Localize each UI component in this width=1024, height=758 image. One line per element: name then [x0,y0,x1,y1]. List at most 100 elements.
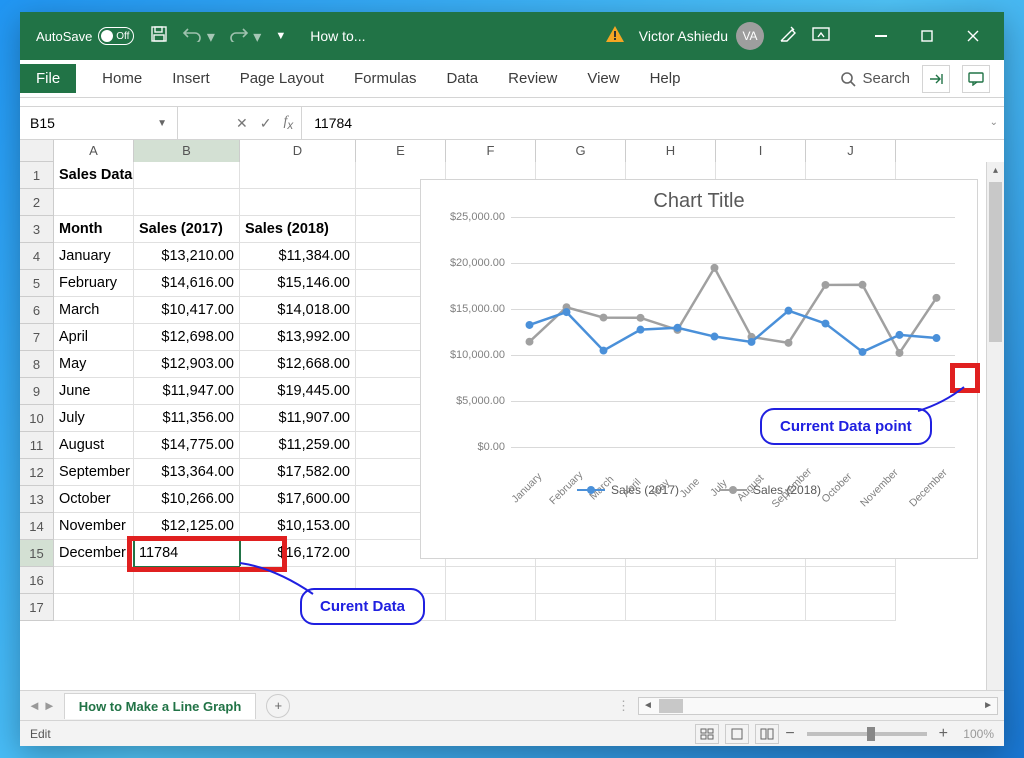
row-header-10[interactable]: 10 [20,405,54,432]
cell-D2[interactable] [240,189,356,216]
customize-qat-icon[interactable]: ▼ [275,30,286,42]
chevron-down-icon[interactable]: ▼ [157,118,167,129]
row-header-5[interactable]: 5 [20,270,54,297]
hscroll-thumb[interactable] [659,699,683,713]
cell-A4[interactable]: January [54,243,134,270]
cell-A15[interactable]: December [54,540,134,567]
sheet-next-icon[interactable]: ► [43,698,56,713]
expand-formula-icon[interactable]: ⌄ [990,117,998,128]
row-header-9[interactable]: 9 [20,378,54,405]
cell-B11[interactable]: $14,775.00 [134,432,240,459]
cell-D7[interactable]: $13,992.00 [240,324,356,351]
cell-I17[interactable] [716,594,806,621]
cell-B7[interactable]: $12,698.00 [134,324,240,351]
cell-A16[interactable] [54,567,134,594]
row-header-4[interactable]: 4 [20,243,54,270]
row-header-6[interactable]: 6 [20,297,54,324]
row-header-12[interactable]: 12 [20,459,54,486]
cell-A10[interactable]: July [54,405,134,432]
row-header-17[interactable]: 17 [20,594,54,621]
cell-A6[interactable]: March [54,297,134,324]
cell-F17[interactable] [446,594,536,621]
col-header-H[interactable]: H [626,140,716,162]
col-header-G[interactable]: G [536,140,626,162]
cell-B3[interactable]: Sales (2017) [134,216,240,243]
col-header-F[interactable]: F [446,140,536,162]
search-box[interactable]: Search [840,70,910,87]
vertical-scrollbar[interactable]: ▴ [986,162,1004,690]
cell-B12[interactable]: $13,364.00 [134,459,240,486]
cell-D12[interactable]: $17,582.00 [240,459,356,486]
col-header-I[interactable]: I [716,140,806,162]
row-header-14[interactable]: 14 [20,513,54,540]
row-header-13[interactable]: 13 [20,486,54,513]
cancel-icon[interactable]: ✕ [236,115,248,132]
fx-icon[interactable]: fx [283,114,293,132]
normal-view-button[interactable] [695,724,719,744]
cell-I16[interactable] [716,567,806,594]
cell-D5[interactable]: $15,146.00 [240,270,356,297]
cell-A1[interactable]: Sales Data by Date [54,162,134,189]
tab-file[interactable]: File [20,64,76,93]
cell-D8[interactable]: $12,668.00 [240,351,356,378]
cell-G16[interactable] [536,567,626,594]
undo-icon[interactable]: ▾ [182,26,214,47]
page-break-view-button[interactable] [755,724,779,744]
cell-H17[interactable] [626,594,716,621]
cell-A2[interactable] [54,189,134,216]
tab-formulas[interactable]: Formulas [350,68,421,89]
comments-button[interactable] [962,65,990,93]
col-header-E[interactable]: E [356,140,446,162]
zoom-out-button[interactable]: − [785,725,794,743]
col-header-A[interactable]: A [54,140,134,162]
enter-icon[interactable]: ✓ [260,115,272,132]
embedded-chart[interactable]: Chart Title $0.00$5,000.00$10,000.00$15,… [420,179,978,559]
cell-A13[interactable]: October [54,486,134,513]
cell-A12[interactable]: September [54,459,134,486]
cell-A9[interactable]: June [54,378,134,405]
cell-A5[interactable]: February [54,270,134,297]
cell-B6[interactable]: $10,417.00 [134,297,240,324]
row-header-7[interactable]: 7 [20,324,54,351]
cell-B9[interactable]: $11,947.00 [134,378,240,405]
cell-A11[interactable]: August [54,432,134,459]
cell-F16[interactable] [446,567,536,594]
toggle-switch[interactable]: Off [98,27,134,45]
add-sheet-button[interactable]: + [266,694,290,718]
user-account[interactable]: Victor Ashiedu VA [639,22,764,50]
cell-D11[interactable]: $11,259.00 [240,432,356,459]
close-button[interactable] [950,12,996,60]
col-header-J[interactable]: J [806,140,896,162]
tab-view[interactable]: View [583,68,623,89]
sheet-prev-icon[interactable]: ◄ [28,698,41,713]
name-box[interactable]: B15 ▼ [20,107,178,139]
ribbon-display-icon[interactable] [812,27,830,46]
redo-icon[interactable]: ▾ [229,26,261,47]
row-header-8[interactable]: 8 [20,351,54,378]
row-header-11[interactable]: 11 [20,432,54,459]
cell-D1[interactable] [240,162,356,189]
cell-B13[interactable]: $10,266.00 [134,486,240,513]
maximize-button[interactable] [904,12,950,60]
cell-A7[interactable]: April [54,324,134,351]
sheet-tab-active[interactable]: How to Make a Line Graph [64,693,257,719]
autosave-toggle[interactable]: AutoSave Off [36,27,134,45]
share-button[interactable] [922,65,950,93]
cell-A14[interactable]: November [54,513,134,540]
cell-D6[interactable]: $14,018.00 [240,297,356,324]
row-header-15[interactable]: 15 [20,540,54,567]
scroll-thumb[interactable] [989,182,1002,342]
cell-J16[interactable] [806,567,896,594]
row-header-2[interactable]: 2 [20,189,54,216]
cell-B2[interactable] [134,189,240,216]
cell-H16[interactable] [626,567,716,594]
horizontal-scrollbar[interactable]: ◄ ► [638,697,998,715]
cell-D13[interactable]: $17,600.00 [240,486,356,513]
row-header-3[interactable]: 3 [20,216,54,243]
cell-A8[interactable]: May [54,351,134,378]
cell-B4[interactable]: $13,210.00 [134,243,240,270]
scroll-up-icon[interactable]: ▴ [987,162,1004,180]
spreadsheet-grid[interactable]: ABDEFGHIJ1Sales Data by Date23MonthSales… [20,140,1004,690]
cell-G17[interactable] [536,594,626,621]
cell-J17[interactable] [806,594,896,621]
